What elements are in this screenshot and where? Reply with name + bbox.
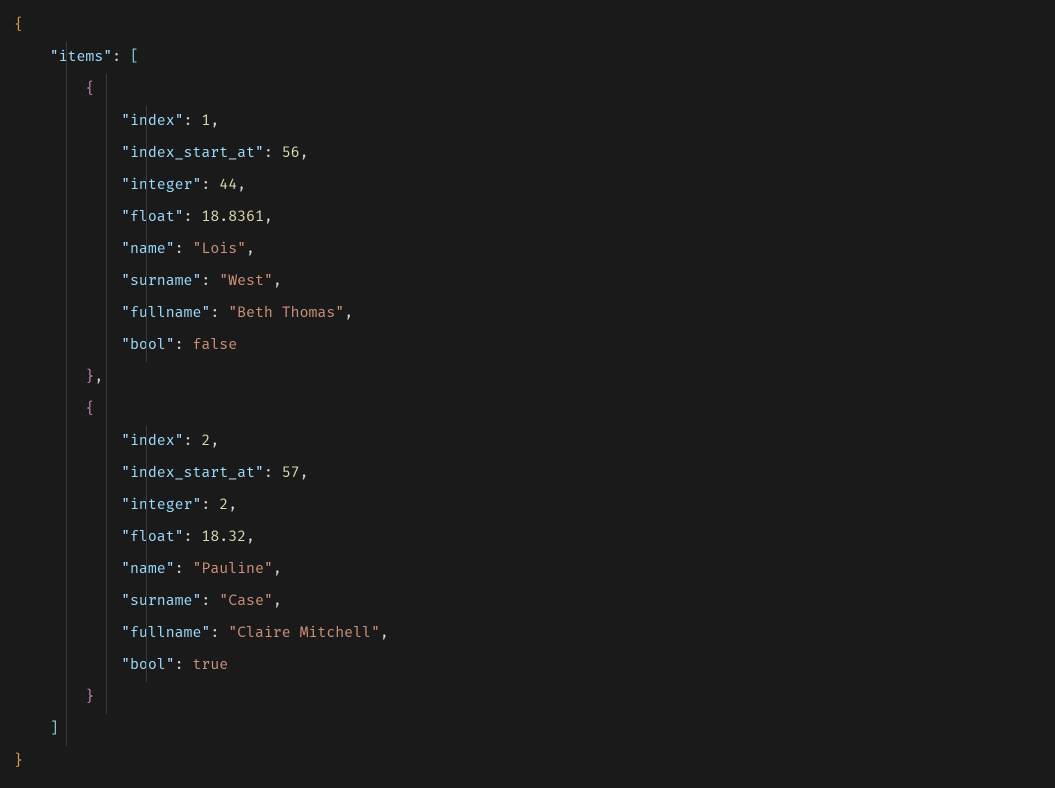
code-line: { [14,394,1055,426]
code-line: "integer": 2, [14,490,1055,522]
code-line: "index": 2, [14,426,1055,458]
comma: , [300,145,309,162]
comma: , [246,241,255,258]
code-line: "surname": "Case", [14,586,1055,618]
code-line: "float": 18.32, [14,522,1055,554]
json-key: "index" [121,433,183,450]
colon: : [201,593,210,610]
json-string: "Claire Mitchell" [228,625,380,642]
json-string: "Lois" [193,241,247,258]
json-number: 44 [219,177,237,194]
comma: , [246,529,255,546]
indent-guide [106,682,107,714]
colon: : [175,657,184,674]
brace-open: { [85,81,94,98]
colon: : [264,145,273,162]
code-line: "index_start_at": 56, [14,138,1055,170]
comma: , [210,113,219,130]
json-key: "fullname" [121,305,210,322]
json-string: "West" [219,273,273,290]
colon: : [264,465,273,482]
comma: , [237,177,246,194]
brace-open: { [85,401,94,418]
brace-close: } [14,753,23,770]
json-string: "Beth Thomas" [228,305,344,322]
colon: : [175,241,184,258]
code-line: "surname": "West", [14,266,1055,298]
code-line: ] [14,714,1055,746]
json-bool: true [193,657,229,674]
bracket-close: ] [50,721,59,738]
indent-guide [106,394,107,426]
indent-guide [66,714,67,746]
code-editor[interactable]: { "items": [ { "index": 1, "index_start_… [0,0,1055,788]
colon: : [210,625,219,642]
colon: : [201,497,210,514]
colon: : [112,49,121,66]
json-key: "float" [121,209,183,226]
comma: , [344,305,353,322]
code-line: "fullname": "Beth Thomas", [14,298,1055,330]
json-number: 56 [282,145,300,162]
code-line: } [14,746,1055,778]
json-string: "Pauline" [193,561,273,578]
comma: , [273,273,282,290]
code-line: "items": [ [14,42,1055,74]
json-key: "integer" [121,497,201,514]
json-bool: false [193,337,238,354]
colon: : [210,305,219,322]
comma: , [300,465,309,482]
json-string: "Case" [219,593,273,610]
comma: , [228,497,237,514]
code-line: "index_start_at": 57, [14,458,1055,490]
json-number: 18.32 [201,529,246,546]
code-line: { [14,10,1055,42]
brace-close: } [85,689,94,706]
code-line: { [14,74,1055,106]
code-line: "index": 1, [14,106,1055,138]
json-key: "bool" [121,657,175,674]
code-line: "name": "Pauline", [14,554,1055,586]
code-line: "integer": 44, [14,170,1055,202]
json-key: "name" [121,241,175,258]
colon: : [201,273,210,290]
json-key: "index" [121,113,183,130]
comma: , [380,625,389,642]
indent-guide [106,74,107,106]
comma: , [94,369,103,386]
code-line: "name": "Lois", [14,234,1055,266]
bracket-open: [ [130,49,139,66]
json-key: "integer" [121,177,201,194]
code-line: "float": 18.8361, [14,202,1055,234]
json-key: "fullname" [121,625,210,642]
json-key: "surname" [121,273,201,290]
indent-guide [106,362,107,394]
comma: , [273,593,282,610]
json-number: 57 [282,465,300,482]
code-line: "fullname": "Claire Mitchell", [14,618,1055,650]
json-number: 2 [219,497,228,514]
comma: , [273,561,282,578]
colon: : [175,561,184,578]
comma: , [264,209,273,226]
json-key: "surname" [121,593,201,610]
json-key: "index_start_at" [121,465,264,482]
brace-close: } [85,369,94,386]
comma: , [210,433,219,450]
code-line: } [14,682,1055,714]
code-line: "bool": false [14,330,1055,362]
colon: : [201,177,210,194]
json-key: "float" [121,529,183,546]
json-key: "index_start_at" [121,145,264,162]
code-line: "bool": true [14,650,1055,682]
brace-open: { [14,17,23,34]
colon: : [175,337,184,354]
json-key: "items" [50,49,112,66]
json-number: 18.8361 [201,209,263,226]
json-key: "name" [121,561,175,578]
code-line: }, [14,362,1055,394]
json-key: "bool" [121,337,175,354]
